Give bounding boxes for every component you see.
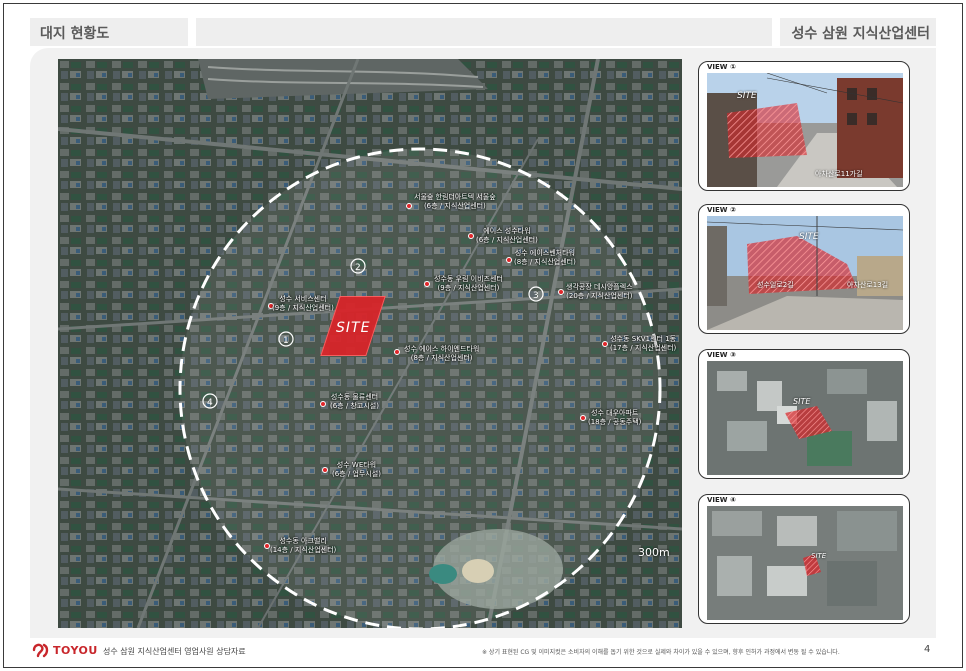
view-label: VIEW ①	[707, 63, 736, 71]
poi-marker	[506, 257, 512, 263]
poi-marker	[424, 281, 430, 287]
view-panel-2: VIEW ② SITE 성수일로2길 아차산로13길	[698, 204, 910, 334]
street-caption: 성수일로2길	[757, 281, 794, 289]
poi-label: 성수 에이스벤처타워 (8층 / 지식산업센터)	[514, 249, 576, 266]
poi-marker	[602, 341, 608, 347]
view-site-label: SITE	[737, 91, 757, 101]
view-panel-4: VIEW ④ SITE	[698, 494, 910, 624]
toyou-logo-icon	[32, 642, 50, 658]
poi-label: 성수 WE타워 (6층 / 업무시설)	[332, 461, 381, 478]
view-site-label: SITE	[811, 552, 827, 560]
poi-label: 성수동 물류센터 (6층 / 창고시설)	[330, 393, 379, 410]
svg-text:2: 2	[355, 263, 361, 273]
street-caption: 아차산로13길	[847, 281, 889, 289]
poi-marker	[320, 401, 326, 407]
view-photo-1: SITE 아차산로11가길	[707, 73, 903, 187]
street-caption: 아차산로11가길	[815, 170, 863, 178]
view-label: VIEW ②	[707, 206, 736, 214]
poi-marker	[394, 349, 400, 355]
poi-label: 성수 에이스 하이엔드타워 (8층 / 지식산업센터)	[404, 345, 480, 362]
poi-marker	[322, 467, 328, 473]
view-site-label: SITE	[793, 397, 811, 406]
radius-label: 300m	[638, 546, 670, 559]
brand-logo: TOYOU	[32, 642, 98, 658]
poi-label: 성수동 우림 이비즈센터 (9층 / 지식산업센터)	[434, 275, 503, 292]
footer-subtitle: 성수 삼원 지식산업센터 영업사원 상담자료	[103, 647, 246, 656]
poi-marker	[558, 289, 564, 295]
poi-label: 성수 서비스센터 (9층 / 지식산업센터)	[272, 295, 334, 312]
project-title: 성수 삼원 지식산업센터	[791, 26, 930, 42]
brand-name: TOYOU	[53, 643, 98, 657]
view-photo-3: SITE	[707, 361, 903, 475]
poi-marker	[468, 233, 474, 239]
view-site-label: SITE	[799, 232, 819, 242]
footer-disclaimer: ※ 상기 표현된 CG 및 이미지컷은 소비자의 이해를 돕기 위한 것으로 실…	[482, 649, 840, 656]
poi-label: 성수동 SKV1센터 1동 (17층 / 지식산업센터)	[610, 335, 677, 352]
poi-label: 서울숲 한림더아트텍 서울숲 (6층 / 지식산업센터)	[414, 193, 496, 210]
poi-label: 성수 대우아파트 (18층 / 공동주택)	[588, 409, 642, 426]
view-panel-3: VIEW ③ SITE	[698, 349, 910, 479]
view-label: VIEW ③	[707, 351, 736, 359]
view-label: VIEW ④	[707, 496, 736, 504]
view-photo-2: SITE 성수일로2길 아차산로13길	[707, 216, 903, 330]
svg-text:1: 1	[283, 336, 289, 346]
header-left-tab: 대지 현황도	[30, 18, 188, 46]
view-photo-4: SITE	[707, 506, 903, 620]
poi-marker	[406, 203, 412, 209]
view-panel-1: VIEW ① SITE 아차산로11가길	[698, 61, 910, 191]
svg-text:3: 3	[533, 291, 539, 301]
header-bar	[196, 18, 772, 46]
poi-label: 에이스 성수타워 (6층 / 지식산업센터)	[476, 227, 538, 244]
page-number: 4	[924, 644, 931, 655]
poi-label: 생각공장 데시앙플렉스 (20층 / 지식산업센터)	[566, 283, 633, 300]
poi-marker	[580, 415, 586, 421]
page-title: 대지 현황도	[40, 26, 110, 42]
svg-text:4: 4	[207, 398, 213, 408]
header-right-tab: 성수 삼원 지식산업센터	[780, 18, 936, 46]
site-label: SITE	[336, 320, 371, 336]
poi-label: 성수동 아크밸리 (14층 / 지식산업센터)	[270, 537, 337, 554]
